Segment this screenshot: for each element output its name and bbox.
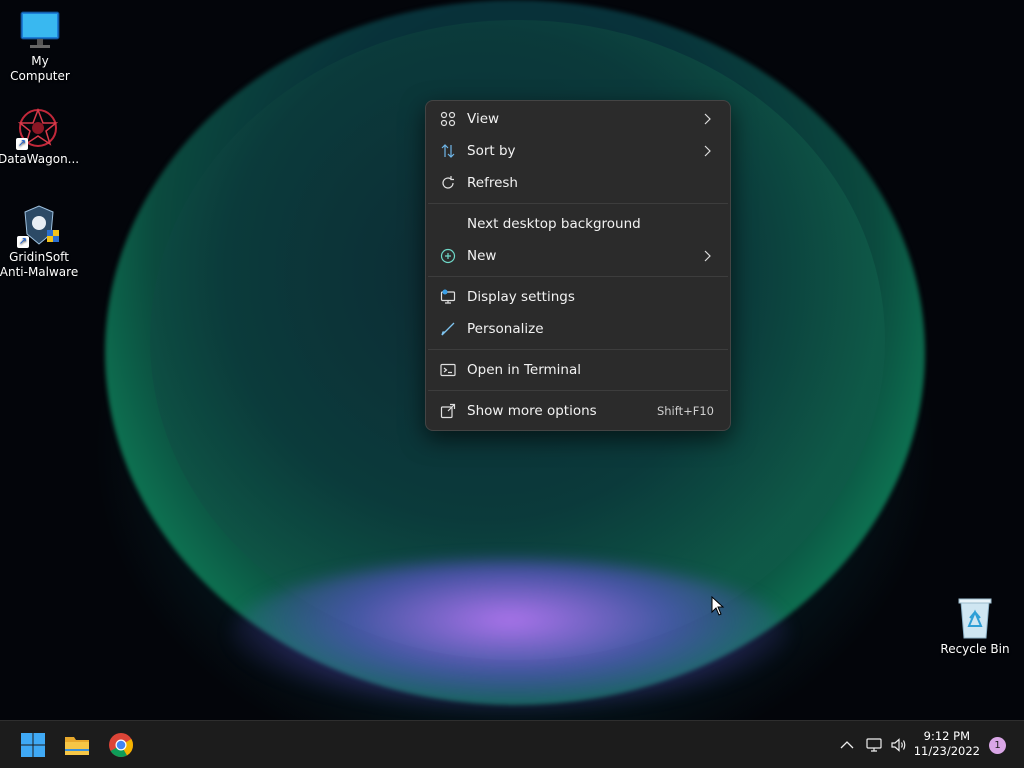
grid-icon	[440, 111, 456, 127]
plus-circle-icon	[440, 248, 456, 264]
menu-item-label: Show more options	[467, 403, 597, 419]
file-explorer-icon[interactable]	[63, 731, 91, 759]
chevron-right-icon	[704, 113, 711, 125]
menu-item-open-terminal[interactable]: Open in Terminal	[426, 354, 730, 386]
menu-item-label: Refresh	[467, 175, 518, 191]
menu-item-label: Display settings	[467, 289, 575, 305]
menu-item-personalize[interactable]: Personalize	[426, 313, 730, 345]
terminal-icon	[440, 363, 456, 377]
desktop-context-menu: View Sort by Refresh Next desktop backgr…	[425, 100, 731, 431]
menu-item-next-background[interactable]: Next desktop background	[426, 208, 730, 240]
menu-item-label: Next desktop background	[467, 216, 641, 232]
menu-item-label: View	[467, 111, 500, 127]
desktop-icon-label: My Computer	[10, 54, 70, 83]
monitor-icon	[18, 8, 62, 52]
chrome-icon[interactable]	[107, 731, 135, 759]
menu-item-new[interactable]: New	[426, 240, 730, 272]
desktop-icon-label: GridinSoft Anti-Malware	[0, 250, 79, 279]
mouse-cursor-icon	[711, 596, 725, 616]
menu-separator	[428, 203, 728, 204]
menu-separator	[428, 349, 728, 350]
datawagon-logo-icon: ↗	[16, 106, 60, 150]
desktop-icon-label: Recycle Bin	[940, 642, 1010, 656]
chevron-right-icon	[704, 250, 711, 262]
menu-item-shortcut: Shift+F10	[656, 404, 714, 418]
shortcut-arrow-icon: ↗	[16, 138, 28, 150]
clock-date: 11/23/2022	[913, 744, 980, 758]
menu-item-label: Sort by	[467, 143, 516, 159]
menu-item-sort-by[interactable]: Sort by	[426, 135, 730, 167]
wallpaper-glow	[230, 560, 790, 710]
notification-badge[interactable]: 1	[989, 737, 1006, 754]
volume-icon[interactable]	[890, 736, 908, 754]
display-icon	[440, 289, 456, 304]
chevron-up-icon[interactable]	[838, 736, 856, 754]
brush-icon	[441, 322, 455, 336]
clock-time: 9:12 PM	[923, 729, 971, 743]
menu-item-label: Open in Terminal	[467, 362, 581, 378]
gridinsoft-shield-icon: ↗	[17, 204, 61, 248]
desktop-icon-gridinsoft[interactable]: ↗ GridinSoft Anti-Malware	[0, 204, 79, 280]
start-icon[interactable]	[19, 731, 47, 759]
shortcut-arrow-icon: ↗	[17, 236, 29, 248]
desktop-icon-my-computer[interactable]: My Computer	[0, 8, 80, 84]
menu-item-view[interactable]: View	[426, 103, 730, 135]
menu-item-show-more-options[interactable]: Show more options Shift+F10	[426, 395, 730, 427]
network-icon[interactable]	[865, 736, 883, 754]
desktop-icon-datawagon[interactable]: ↗ DataWagon...	[0, 106, 80, 167]
refresh-icon	[442, 176, 454, 189]
menu-item-label: New	[467, 248, 497, 264]
menu-item-label: Personalize	[467, 321, 544, 337]
menu-separator	[428, 276, 728, 277]
desktop-icon-label: DataWagon...	[0, 152, 80, 166]
menu-item-display-settings[interactable]: Display settings	[426, 281, 730, 313]
menu-item-refresh[interactable]: Refresh	[426, 167, 730, 199]
desktop-icon-recycle-bin[interactable]: Recycle Bin	[935, 596, 1015, 657]
recycle-bin-icon	[953, 596, 997, 640]
share-icon	[440, 403, 456, 419]
chevron-right-icon	[704, 145, 711, 157]
sort-arrows-icon	[441, 144, 455, 158]
clock[interactable]: 9:12 PM 11/23/2022	[914, 729, 980, 759]
taskbar: 9:12 PM 11/23/2022 1	[0, 720, 1024, 768]
menu-separator	[428, 390, 728, 391]
